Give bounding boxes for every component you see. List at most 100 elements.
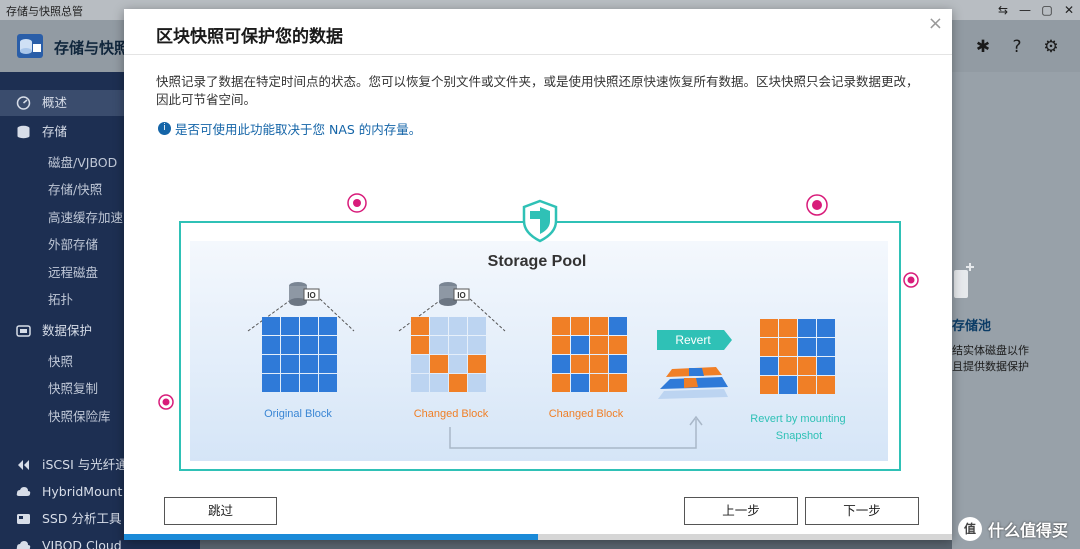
block-cell-changed2 (571, 336, 589, 354)
block-cell-changed2 (590, 355, 608, 373)
block-cell-original (262, 355, 280, 373)
block-cell-changed1 (449, 355, 467, 373)
block-cell-changed1 (411, 355, 429, 373)
block-cell-changed2 (590, 374, 608, 392)
sidebar-item-label: SSD 分析工具 (42, 511, 122, 526)
ssd-icon (17, 514, 30, 524)
block-cell-changed1 (430, 317, 448, 335)
revert-label: Revert (675, 333, 711, 347)
sidebar-item-label: 数据保护 (42, 323, 93, 338)
block-cell-original (262, 374, 280, 392)
diagram-title: Storage Pool (488, 253, 587, 270)
skip-button[interactable]: 跳过 (164, 497, 277, 525)
block-cell-revert (779, 319, 797, 337)
block-cell-changed1 (449, 336, 467, 354)
block-cell-revert (798, 338, 816, 356)
block-cell-changed2 (571, 355, 589, 373)
block-cell-changed2 (609, 374, 627, 392)
restore-icon[interactable]: ⇆ (992, 0, 1014, 20)
window-close-icon[interactable]: ✕ (1058, 0, 1080, 20)
vjbod-cloud-icon (16, 541, 31, 549)
block-cell-original (262, 317, 280, 335)
block-cell-original (300, 374, 318, 392)
block-cell-changed1 (430, 374, 448, 392)
block-cell-revert (817, 338, 835, 356)
block-cell-changed2 (571, 374, 589, 392)
label-revert-line1: Revert by mounting (750, 413, 845, 425)
block-cell-revert (798, 376, 816, 394)
sidebar-item-label: 概述 (42, 95, 68, 110)
label-original-block: Original Block (264, 408, 332, 420)
gear-icon[interactable]: ⚙ (1040, 36, 1062, 58)
window-title: 存储与快照总管 (6, 5, 83, 18)
watermark-badge: 值 (957, 517, 982, 541)
block-cell-changed2 (609, 336, 627, 354)
block-cell-changed2 (609, 355, 627, 373)
storage-pool-desc-1: 结实体磁盘以作 (952, 344, 1029, 357)
tools-icon[interactable]: ✱ (972, 36, 994, 58)
block-cell-revert (798, 319, 816, 337)
sidebar-item-label: HybridMount (42, 484, 123, 499)
dialog-description: 快照记录了数据在特定时间点的状态。您可以恢复个别文件或文件夹，或是使用快照还原快… (156, 74, 919, 107)
block-cell-changed2 (571, 317, 589, 335)
block-cell-original (281, 317, 299, 335)
block-cell-revert (779, 338, 797, 356)
bug-icon (806, 194, 828, 216)
cloud-icon (16, 487, 31, 496)
block-cell-original (300, 317, 318, 335)
block-cell-original (300, 355, 318, 373)
wizard-progress-fill (124, 534, 538, 540)
watermark: 值 什么值得买 (957, 517, 1068, 541)
storage-pool-add-icon (954, 263, 974, 298)
block-cell-changed1 (468, 317, 486, 335)
storage-app-icon (17, 34, 43, 58)
block-cell-original (319, 355, 337, 373)
sidebar-item-label: iSCSI 与光纤通 (42, 457, 128, 472)
block-cell-changed1 (411, 317, 429, 335)
storage-pool-diagram: Storage Pool IO IO Revert Original Block… (158, 193, 919, 471)
previous-button[interactable]: 上一步 (684, 497, 798, 525)
app-title: 存储与快照 (54, 39, 130, 57)
io-label: IO (307, 291, 315, 300)
bug-icon (158, 394, 174, 410)
help-icon[interactable]: ? (1006, 36, 1028, 58)
block-cell-changed2 (552, 336, 570, 354)
block-cell-original (281, 355, 299, 373)
block-cell-revert (817, 319, 835, 337)
label-changed-block-1: Changed Block (414, 408, 489, 420)
info-icon: i (158, 122, 171, 135)
block-cell-changed2 (552, 374, 570, 392)
block-cell-revert (817, 357, 835, 375)
block-cell-revert (779, 376, 797, 394)
content-background: 存储池 结实体磁盘以作 且提供数据保护 (952, 72, 1080, 549)
dialog-close-icon[interactable]: × (928, 13, 943, 34)
bug-icon (903, 272, 919, 288)
block-cell-revert (760, 319, 778, 337)
next-button[interactable]: 下一步 (805, 497, 919, 525)
divider (124, 54, 952, 55)
data-protection-icon (16, 325, 31, 337)
block-cell-original (281, 336, 299, 354)
block-cell-changed1 (430, 336, 448, 354)
block-cell-original (281, 374, 299, 392)
sidebar-item-label: VJBOD Cloud (42, 538, 122, 549)
block-cell-changed1 (468, 355, 486, 373)
minimize-icon[interactable]: — (1014, 0, 1036, 20)
block-cell-original (262, 336, 280, 354)
storage-pool-title: 存储池 (952, 319, 992, 334)
label-changed-block-2: Changed Block (549, 408, 624, 420)
block-cell-changed1 (468, 336, 486, 354)
block-cell-changed2 (609, 317, 627, 335)
wizard-progress (124, 534, 952, 540)
maximize-icon[interactable]: ▢ (1036, 0, 1058, 20)
block-cell-original (319, 336, 337, 354)
block-cell-changed1 (449, 374, 467, 392)
block-cell-changed2 (552, 355, 570, 373)
block-cell-changed1 (430, 355, 448, 373)
block-cell-changed1 (411, 336, 429, 354)
block-cell-changed1 (411, 374, 429, 392)
snapshot-intro-dialog: 区块快照可保护您的数据 × 快照记录了数据在特定时间点的状态。您可以恢复个别文件… (124, 9, 952, 540)
window-controls: ⇆ — ▢ ✕ (992, 0, 1080, 20)
shield-icon (522, 199, 558, 243)
memory-tip-text: 是否可使用此功能取决于您 NAS 的内存量。 (175, 122, 422, 137)
